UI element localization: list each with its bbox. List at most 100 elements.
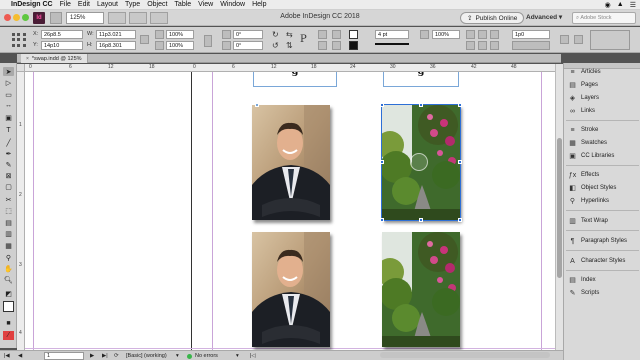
screen-mode-button[interactable] (129, 12, 147, 24)
garden-photo-frame[interactable] (382, 232, 460, 347)
window-minimize-button[interactable] (13, 14, 20, 21)
selection-handle[interactable] (380, 160, 384, 164)
cc-status-icon[interactable]: ◉ (605, 1, 611, 9)
text-wrap-shape-icon[interactable] (490, 30, 499, 39)
panel-menu-icon[interactable] (574, 35, 583, 44)
text-wrap-bbox-icon[interactable] (478, 30, 487, 39)
working-profile-label[interactable]: [Basic] (working) (126, 352, 167, 360)
vertical-scroll-thumb[interactable] (557, 138, 562, 278)
apply-color-icon[interactable]: ■ (3, 319, 14, 328)
last-page-icon[interactable]: ▶| (102, 352, 108, 360)
object-style-dropdown[interactable] (512, 41, 550, 50)
close-tab-icon[interactable]: × (26, 56, 29, 62)
panel-hyperlinks[interactable]: ⚲ Hyperlinks (564, 195, 640, 207)
menu-help[interactable]: Help (252, 1, 266, 8)
selection-handle[interactable] (419, 218, 423, 222)
page-number-field[interactable]: 1 (44, 352, 84, 360)
view-options-button[interactable] (108, 12, 126, 24)
selection-handle[interactable] (458, 103, 462, 107)
horizontal-scroll-thumb[interactable] (380, 352, 550, 358)
direct-selection-tool-icon[interactable]: ▷ (3, 78, 14, 87)
constrain-proportions-icon[interactable] (140, 35, 149, 44)
panel-stroke[interactable]: ≡ Stroke (564, 124, 640, 136)
first-page-icon[interactable]: |◀ (4, 352, 10, 360)
gap-field[interactable]: 1p0 (512, 30, 550, 39)
y-position-field[interactable]: 14p10 (41, 41, 83, 50)
height-field[interactable]: 16p8.301 (96, 41, 136, 50)
menu-window[interactable]: Window (220, 1, 245, 8)
panel-swatches[interactable]: ▦ Swatches (564, 137, 640, 149)
drive-status-icon[interactable]: ▲ (617, 1, 624, 9)
ruler-origin[interactable] (17, 64, 25, 72)
document-canvas[interactable]: g g (25, 72, 555, 350)
rotate-ccw-icon[interactable]: ↺ (272, 41, 279, 50)
opacity-field[interactable]: 100% (432, 30, 460, 39)
select-content-icon[interactable] (318, 41, 327, 50)
preflight-panel-icon[interactable]: |◁ (250, 352, 256, 360)
portrait-photo-frame[interactable] (252, 105, 330, 220)
scale-y-field[interactable]: 100% (166, 41, 194, 50)
vertical-ruler[interactable]: 1 2 3 4 (17, 72, 25, 350)
selection-handle[interactable] (380, 218, 384, 222)
heading-text-frame[interactable]: g (253, 72, 337, 87)
menu-view[interactable]: View (198, 1, 213, 8)
panel-cc-libraries[interactable]: ▣ CC Libraries (564, 150, 640, 162)
line-tool-icon[interactable]: ╱ (3, 138, 14, 147)
panel-pages[interactable]: ▤ Pages (564, 79, 640, 91)
menu-type[interactable]: Type (125, 1, 140, 8)
adobe-stock-search-input[interactable]: ⌕ Adobe Stock (572, 12, 636, 24)
panel-effects[interactable]: ƒx Effects (564, 169, 640, 181)
panel-links[interactable]: ∞ Links (564, 105, 640, 117)
previous-page-icon[interactable]: ◀ (18, 352, 22, 360)
panel-layers[interactable]: ◈ Layers (564, 92, 640, 104)
panel-text-wrap[interactable]: ▥ Text Wrap (564, 215, 640, 227)
workspace-switcher[interactable]: Advanced ▾ (526, 13, 562, 21)
preflight-status-text[interactable]: No errors (195, 352, 218, 360)
panel-index[interactable]: ▤ Index (564, 274, 640, 286)
menu-extras-icon[interactable]: ☰ (630, 1, 636, 9)
menu-edit[interactable]: Edit (78, 1, 90, 8)
zoom-level-field[interactable]: 125% (66, 12, 104, 24)
window-zoom-button[interactable] (22, 14, 29, 21)
vertical-scrollbar[interactable] (555, 64, 563, 350)
note-tool-icon[interactable]: ▦ (3, 241, 14, 250)
gap-tool-icon[interactable]: ↔ (3, 101, 14, 110)
panel-character-styles[interactable]: A Character Styles (564, 255, 640, 267)
selection-handle[interactable] (380, 103, 384, 107)
flip-horizontal-icon[interactable]: ⇆ (286, 30, 293, 39)
default-fill-stroke-icon[interactable]: ◩ (3, 289, 14, 298)
fitting-frame-icon[interactable] (466, 41, 475, 50)
stroke-swatch[interactable] (349, 41, 358, 50)
selection-handle[interactable] (419, 103, 423, 107)
gradient-feather-tool-icon[interactable]: ▥ (3, 229, 14, 238)
arrange-documents-button[interactable] (150, 12, 168, 24)
constrain-scale-icon[interactable] (204, 35, 212, 47)
zoom-tool-icon[interactable]: 🔍︎ (3, 275, 14, 284)
flip-vertical-icon[interactable]: ⇅ (286, 41, 293, 50)
scissors-tool-icon[interactable]: ✂ (3, 195, 14, 204)
select-container-icon[interactable] (318, 30, 327, 39)
select-previous-icon[interactable] (332, 30, 341, 39)
apply-none-icon[interactable]: ⁄ (3, 331, 14, 340)
menu-file[interactable]: File (60, 1, 71, 8)
selection-handle[interactable] (458, 160, 462, 164)
select-next-icon[interactable] (332, 41, 341, 50)
window-close-button[interactable] (4, 14, 11, 21)
menu-app-name[interactable]: InDesign CC (11, 1, 53, 8)
panel-object-styles[interactable]: ◧ Object Styles (564, 182, 640, 194)
selection-handle[interactable] (458, 218, 462, 222)
fill-stroke-proxy[interactable] (3, 301, 14, 312)
panel-articles[interactable]: ≡ Articles (564, 66, 640, 78)
x-position-field[interactable]: 26p8.5 (41, 30, 83, 39)
stroke-type-preview[interactable] (375, 43, 409, 45)
content-grabber-icon[interactable] (410, 153, 428, 171)
stroke-weight-field[interactable]: 4 pt (375, 30, 409, 39)
rotate-cw-icon[interactable]: ↻ (272, 30, 279, 39)
next-page-icon[interactable]: ▶ (90, 352, 94, 360)
garden-photo-frame[interactable] (381, 104, 461, 221)
gradient-swatch-tool-icon[interactable]: ▤ (3, 218, 14, 227)
publish-online-button[interactable]: ⇪ Publish Online (460, 12, 525, 24)
bridge-button[interactable] (50, 12, 62, 24)
fitting-content-icon[interactable] (478, 41, 487, 50)
pencil-tool-icon[interactable]: ✎ (3, 160, 14, 169)
